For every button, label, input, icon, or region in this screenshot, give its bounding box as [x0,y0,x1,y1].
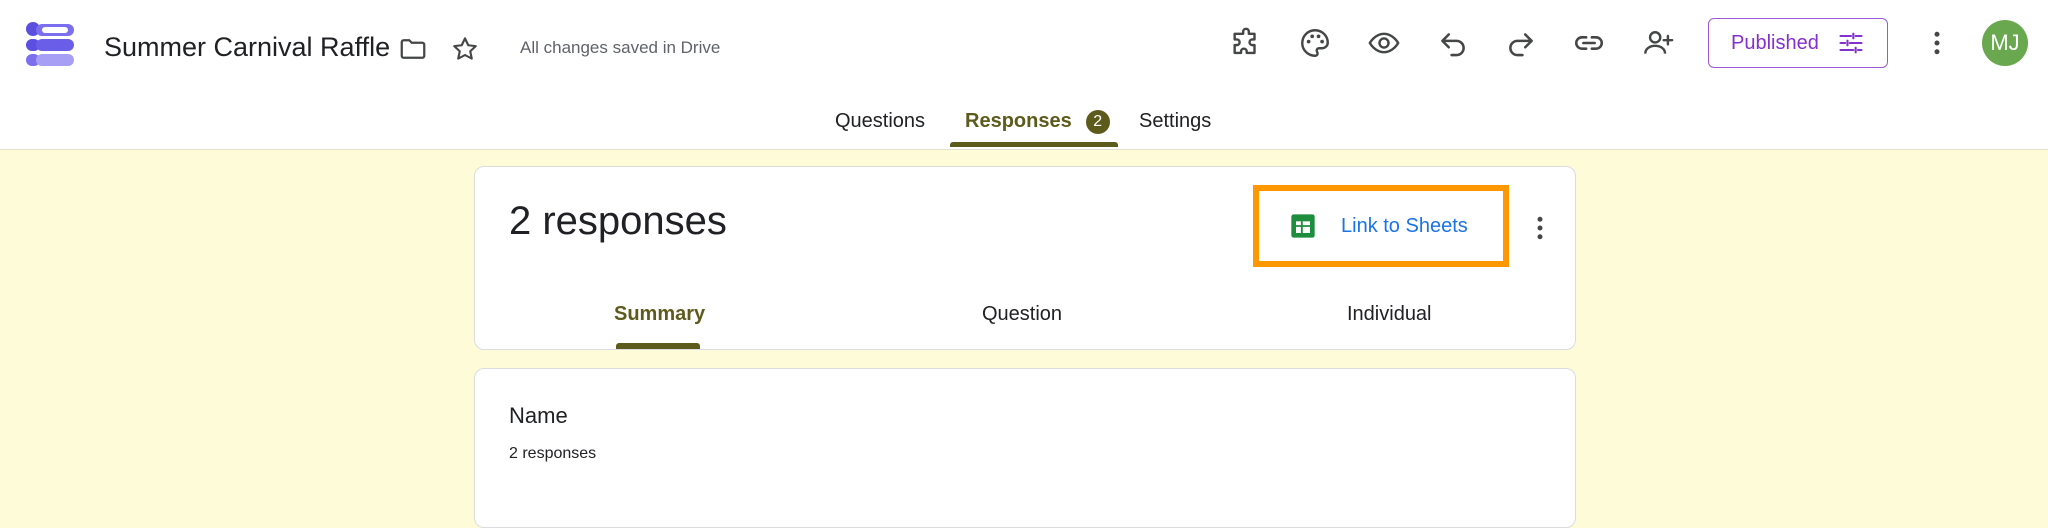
question-summary-card: Name 2 responses [474,368,1576,528]
question-title: Name [509,403,568,428]
form-title[interactable]: Summer Carnival Raffle [104,32,390,63]
active-tab-indicator [950,142,1118,147]
link-to-sheets-label: Link to Sheets [1341,214,1468,237]
tab-responses[interactable]: Responses 2 [965,110,1110,134]
google-sheets-icon [1291,214,1315,238]
link-to-sheets-button[interactable]: Link to Sheets [1253,185,1509,267]
tab-settings-label: Settings [1139,110,1212,132]
subtab-question[interactable]: Question [982,303,1062,326]
palette-icon[interactable] [1298,26,1332,60]
undo-icon[interactable] [1436,26,1470,60]
responses-count-badge: 2 [1085,110,1110,134]
star-icon[interactable] [450,34,480,64]
add-ons-icon[interactable] [1229,26,1263,60]
active-subtab-indicator [616,343,700,349]
subtab-individual[interactable]: Individual [1347,303,1432,326]
tab-questions[interactable]: Questions [835,110,925,133]
redo-icon[interactable] [1504,26,1538,60]
more-vert-icon[interactable] [1922,26,1952,60]
published-label: Published [1731,31,1819,54]
user-avatar[interactable]: MJ [1982,20,2028,66]
preview-eye-icon[interactable] [1367,26,1401,60]
responses-count-title: 2 responses [509,199,727,243]
publish-settings-icon [1839,32,1863,54]
add-collaborator-icon[interactable] [1641,26,1675,60]
tab-settings[interactable]: Settings [1139,110,1211,133]
subtab-summary[interactable]: Summary [614,303,705,326]
folder-icon[interactable] [398,34,428,64]
question-response-count: 2 responses [509,445,597,462]
responses-more-icon[interactable] [1525,211,1555,245]
tab-responses-label: Responses [965,110,1072,132]
main-tabs: Questions Responses 2 Settings [0,100,2048,150]
tab-questions-label: Questions [835,110,926,132]
save-status: All changes saved in Drive [520,38,721,57]
published-button[interactable]: Published [1708,18,1888,68]
top-bar: Summer Carnival Raffle All changes saved… [0,0,2048,150]
responses-header-card: 2 responses Link to Sheets Summary Quest… [474,166,1576,350]
link-icon[interactable] [1572,26,1606,60]
forms-logo-icon[interactable] [26,22,76,68]
